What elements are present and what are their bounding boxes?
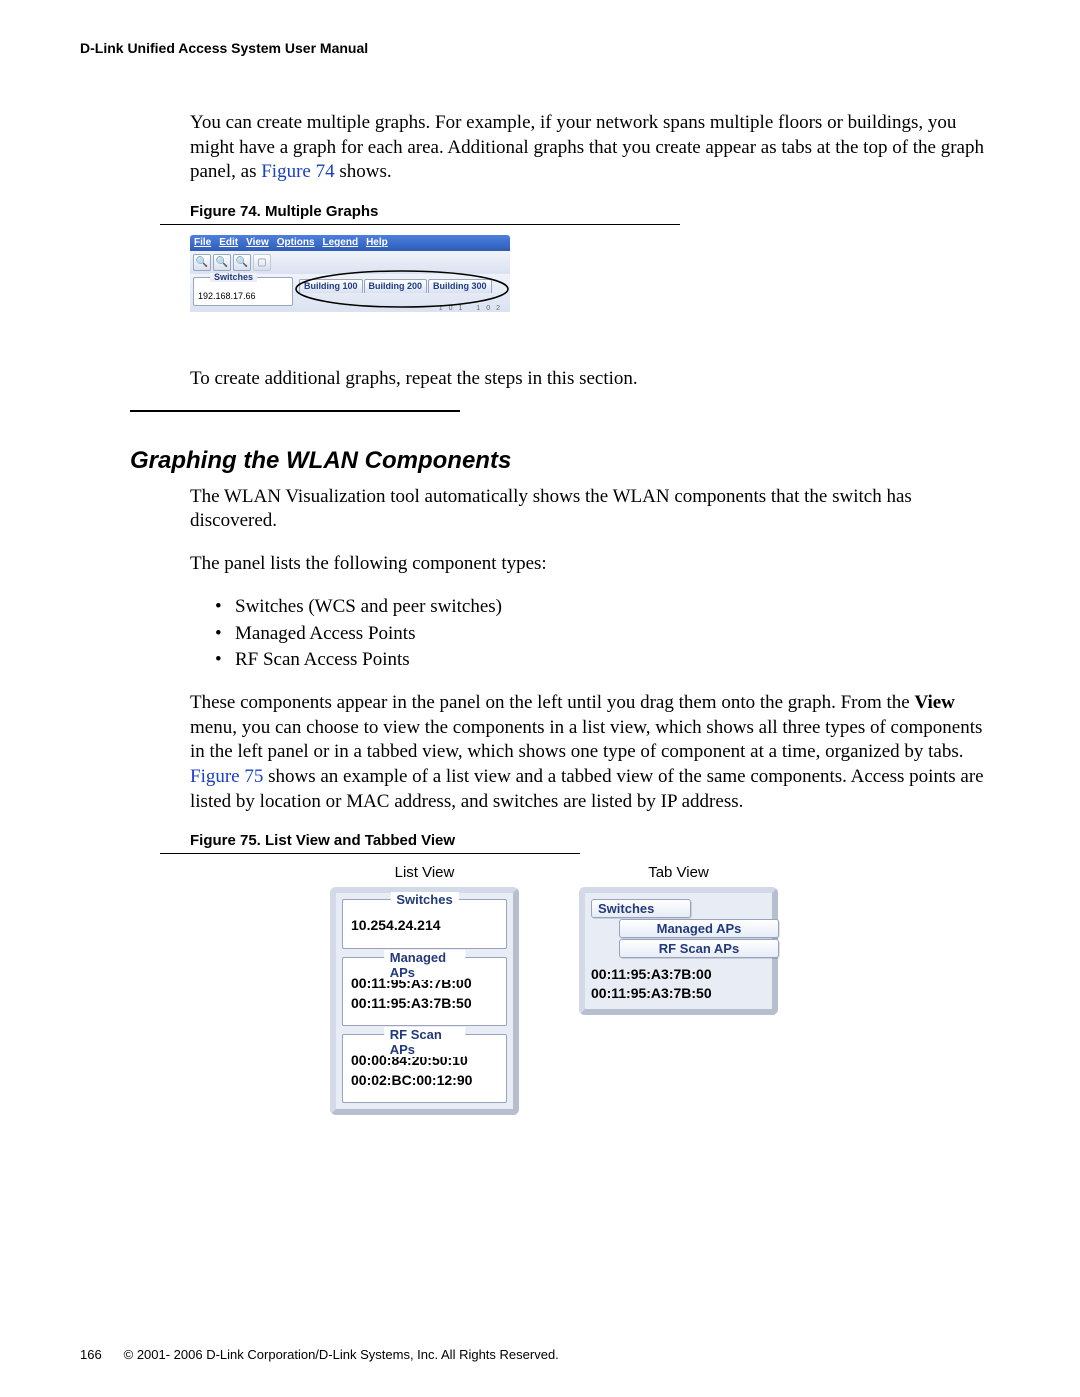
p3-c: shows an example of a list view and a ta… <box>190 766 984 812</box>
figure75-image: List View Switches 10.254.24.214 Managed… <box>330 864 1000 1115</box>
component-bullets: Switches (WCS and peer switches) Managed… <box>190 595 990 673</box>
p3-a: These components appear in the panel on … <box>190 692 914 713</box>
menu-edit[interactable]: Edit <box>219 238 238 248</box>
tab-mac-list: 00:11:95:A3:7B:00 00:11:95:A3:7B:50 <box>591 965 766 1003</box>
footer-page-number: 166 <box>80 1347 120 1362</box>
menu-file[interactable]: File <box>194 238 211 248</box>
menu-view[interactable]: View <box>246 238 269 248</box>
figure75-xref[interactable]: Figure 75 <box>190 766 263 787</box>
tab-rf-scan-aps[interactable]: RF Scan APs <box>619 939 779 958</box>
bullet-managed: Managed Access Points <box>215 622 990 647</box>
zoom-in-icon[interactable]: 🔍 <box>193 254 211 271</box>
group-switches-title: Switches <box>390 892 458 907</box>
figure74-caption: Figure 74. Multiple Graphs <box>190 203 1000 220</box>
menubar: File Edit View Options Legend Help <box>190 235 510 251</box>
managed-item-1[interactable]: 00:11:95:A3:7B:50 <box>351 994 498 1014</box>
section-p1: The WLAN Visualization tool automaticall… <box>190 485 990 534</box>
figure75-caption: Figure 75. List View and Tabbed View <box>190 832 1000 849</box>
rfscan-item-1[interactable]: 00:02:BC:00:12:90 <box>351 1071 498 1091</box>
tool-disabled: ▢ <box>253 254 271 271</box>
list-view-label: List View <box>395 864 455 881</box>
after-fig74-text: To create additional graphs, repeat the … <box>190 367 990 392</box>
section-p3: These components appear in the panel on … <box>190 691 990 814</box>
switches-panel: Switches 192.168.17.66 <box>193 277 293 306</box>
intro-paragraph: You can create multiple graphs. For exam… <box>190 111 990 185</box>
group-managed-title: Managed APs <box>384 950 466 980</box>
tab-building-200[interactable]: Building 200 <box>364 279 428 293</box>
group-managed: Managed APs 00:11:95:A3:7B:00 00:11:95:A… <box>342 957 507 1026</box>
tab-view-label: Tab View <box>648 864 709 881</box>
zoom-out-icon[interactable]: 🔍 <box>213 254 231 271</box>
menu-help[interactable]: Help <box>366 238 388 248</box>
group-rfscan: RF Scan APs 00:00:84:20:50:10 00:02:BC:0… <box>342 1034 507 1103</box>
group-rfscan-title: RF Scan APs <box>384 1027 466 1057</box>
tab-mac-0[interactable]: 00:11:95:A3:7B:00 <box>591 965 766 984</box>
group-switches: Switches 10.254.24.214 <box>342 899 507 949</box>
bullet-switches: Switches (WCS and peer switches) <box>215 595 990 620</box>
p3-b: menu, you can choose to view the compone… <box>190 717 982 763</box>
switches-title: Switches <box>210 273 257 282</box>
tab-mac-1[interactable]: 00:11:95:A3:7B:50 <box>591 984 766 1003</box>
figure74-image: File Edit View Options Legend Help 🔍 🔍 🔍… <box>190 235 1000 312</box>
page-footer: 166 © 2001- 2006 D-Link Corporation/D-Li… <box>80 1347 559 1362</box>
menu-legend[interactable]: Legend <box>323 238 359 248</box>
p3-view-bold: View <box>914 692 954 713</box>
intro-text-b: shows. <box>339 161 391 182</box>
toolbar: 🔍 🔍 🔍 ▢ <box>190 251 510 274</box>
tab-building-300[interactable]: Building 300 <box>428 279 492 293</box>
list-view-panel: Switches 10.254.24.214 Managed APs 00:11… <box>330 887 519 1115</box>
menu-options[interactable]: Options <box>277 238 315 248</box>
switch-ip: 192.168.17.66 <box>198 291 256 301</box>
footer-copyright: © 2001- 2006 D-Link Corporation/D-Link S… <box>124 1347 559 1362</box>
running-header: D-Link Unified Access System User Manual <box>80 40 1000 56</box>
figure74-xref[interactable]: Figure 74 <box>261 161 334 182</box>
bullet-rfscan: RF Scan Access Points <box>215 648 990 673</box>
tab-switches[interactable]: Switches <box>591 899 691 918</box>
tab-managed-aps[interactable]: Managed APs <box>619 919 779 938</box>
graph-tabs: Building 100 Building 200 Building 300 <box>299 279 492 293</box>
section-p2: The panel lists the following component … <box>190 552 990 577</box>
switches-item-0[interactable]: 10.254.24.214 <box>351 916 498 936</box>
section-title: Graphing the WLAN Components <box>130 447 1000 475</box>
ruler-ticks: 101 102 <box>439 305 506 312</box>
tab-view-panel: Switches Managed APs RF Scan APs 00:11:9… <box>579 887 778 1015</box>
tab-building-100[interactable]: Building 100 <box>299 279 363 293</box>
zoom-reset-icon[interactable]: 🔍 <box>233 254 251 271</box>
